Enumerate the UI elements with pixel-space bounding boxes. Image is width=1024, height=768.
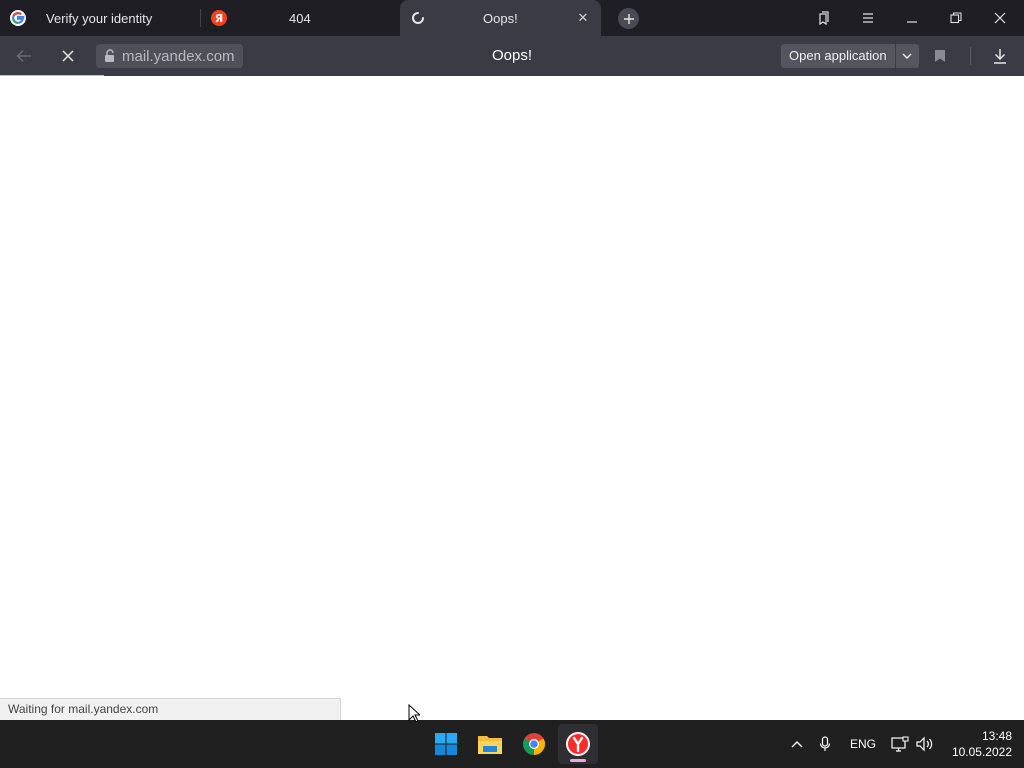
hamburger-menu-icon: [863, 13, 873, 23]
network-icon[interactable]: [890, 732, 910, 756]
bookmark-icon: [935, 50, 945, 62]
open-application-label: Open application: [781, 44, 895, 68]
close-tab-icon[interactable]: ✕: [576, 11, 590, 25]
chevron-up-icon: [791, 741, 803, 748]
lock-icon[interactable]: [102, 48, 118, 64]
tab-verify-identity[interactable]: Verify your identity: [0, 0, 200, 36]
plus-icon: [623, 13, 634, 24]
page-content: [0, 76, 1024, 720]
toolbar-divider: [970, 47, 971, 65]
chrome-icon[interactable]: [514, 724, 554, 764]
close-window-button[interactable]: [978, 0, 1022, 36]
tab-title: Oops!: [483, 11, 518, 26]
language-label: ENG: [849, 737, 876, 751]
back-button[interactable]: [6, 36, 42, 76]
address-bar[interactable]: mail.yandex.com: [96, 44, 243, 68]
tray-overflow-button[interactable]: [788, 732, 806, 756]
google-icon: [10, 10, 26, 26]
minimize-icon: [907, 21, 917, 23]
status-bar: Waiting for mail.yandex.com: [0, 698, 341, 720]
file-explorer-icon[interactable]: [470, 724, 510, 764]
tab-title: Verify your identity: [46, 11, 153, 26]
stop-loading-button[interactable]: [50, 36, 86, 76]
arrow-left-icon: [16, 49, 31, 63]
microphone-icon[interactable]: [816, 732, 834, 756]
taskbar-clock[interactable]: 13:48 10.05.2022: [942, 728, 1012, 760]
yandex-browser-icon[interactable]: [558, 724, 598, 764]
bookmark-button[interactable]: [922, 36, 958, 76]
active-app-indicator: [570, 759, 586, 762]
windows-taskbar: ENG 13:48 10.05.2022: [0, 720, 1024, 768]
new-tab-button[interactable]: [618, 8, 639, 29]
open-application-button[interactable]: Open application: [781, 44, 919, 68]
bookmark-collection-icon: [819, 11, 829, 25]
chevron-down-icon[interactable]: [894, 44, 919, 68]
download-icon: [994, 49, 1006, 64]
language-indicator[interactable]: ENG: [846, 732, 880, 756]
windows-start-icon[interactable]: [426, 724, 466, 764]
tab-title: 404: [289, 11, 311, 26]
volume-icon[interactable]: [914, 732, 936, 756]
clock-date: 10.05.2022: [951, 745, 1012, 759]
yandex-icon: Я: [211, 10, 227, 26]
svg-text:Я: Я: [215, 12, 223, 25]
mouse-cursor-icon: [408, 703, 422, 728]
tab-404[interactable]: Я 404: [201, 0, 398, 36]
minimize-button[interactable]: [890, 0, 934, 36]
loading-spinner-icon: [410, 10, 426, 26]
downloads-button[interactable]: [982, 36, 1018, 76]
url-text: mail.yandex.com: [122, 47, 235, 65]
tab-oops[interactable]: Oops! ✕: [400, 0, 601, 36]
browser-menu-button[interactable]: [846, 0, 890, 36]
close-icon: [994, 12, 1006, 24]
tab-strip: Verify your identity Я 404 Oops! ✕: [0, 0, 1024, 36]
close-icon: [62, 50, 74, 62]
restore-button[interactable]: [934, 0, 978, 36]
restore-icon: [950, 12, 962, 24]
browser-toolbar: mail.yandex.com Oops! Open application: [0, 36, 1024, 76]
tabs-menu-button[interactable]: [802, 0, 846, 36]
clock-time: 13:48: [981, 729, 1012, 743]
